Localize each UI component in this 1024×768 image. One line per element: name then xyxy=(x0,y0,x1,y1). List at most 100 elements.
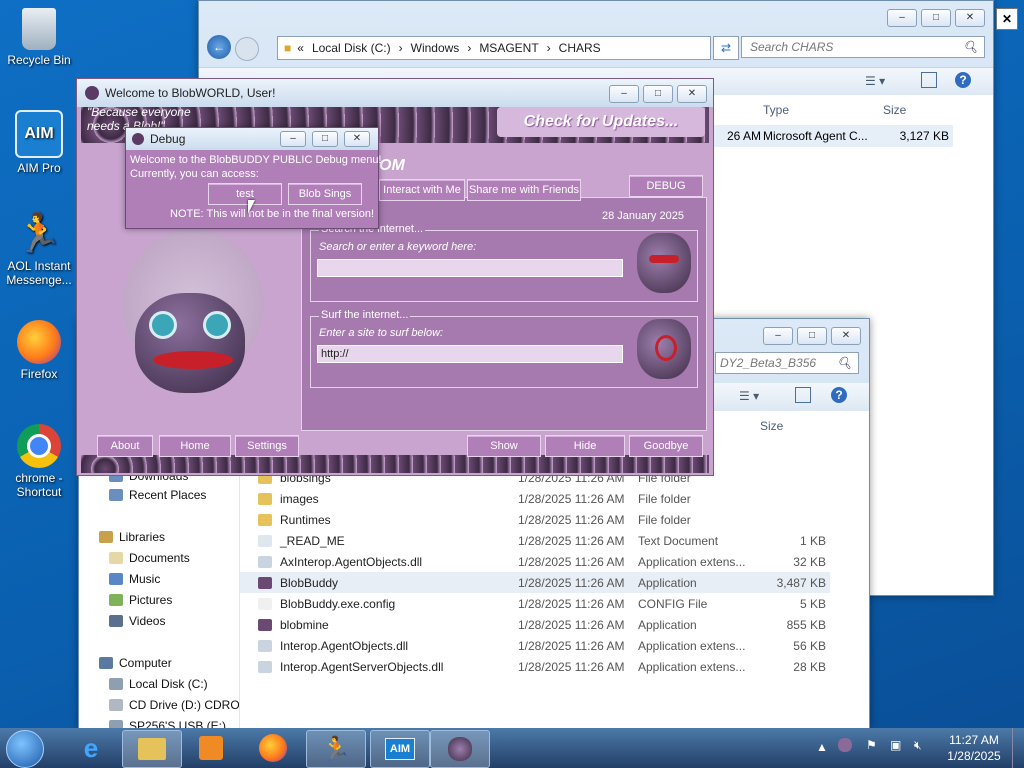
show-button[interactable]: Show xyxy=(467,435,541,457)
close-button[interactable]: ✕ xyxy=(955,9,985,27)
blob-app-icon xyxy=(132,133,144,145)
nav-music[interactable]: Music xyxy=(109,572,160,586)
preview-pane-icon[interactable] xyxy=(795,387,811,403)
forward-button[interactable] xyxy=(235,37,259,61)
view-options-icon[interactable]: ☰ ▾ xyxy=(739,389,759,403)
nav-local-disk[interactable]: Local Disk (C:) xyxy=(109,677,208,691)
taskbar-firefox[interactable] xyxy=(244,730,302,766)
table-row[interactable]: Runtimes 1/28/2025 11:26 AM File folder xyxy=(240,509,869,530)
close-icon[interactable]: ✕ xyxy=(996,8,1018,30)
minimize-button[interactable]: – xyxy=(280,131,306,147)
chrome-icon xyxy=(17,424,61,468)
tab-share[interactable]: Share me with Friends xyxy=(467,179,581,201)
goodbye-button[interactable]: Goodbye xyxy=(629,435,703,457)
address-bar[interactable]: ■ « Local Disk (C:) › Windows › MSAGENT … xyxy=(277,36,711,60)
table-row[interactable]: BlobBuddy 1/28/2025 11:26 AM Application 3,… xyxy=(240,572,830,593)
show-hidden-icons[interactable]: ▲ xyxy=(816,740,828,754)
preview-pane-icon[interactable] xyxy=(921,72,937,88)
close-button[interactable]: ✕ xyxy=(831,327,861,345)
search-keyword-input[interactable] xyxy=(317,259,623,277)
column-type[interactable]: Type xyxy=(763,103,789,117)
maximize-button[interactable]: □ xyxy=(312,131,338,147)
search-placeholder: Search CHARS xyxy=(750,40,834,54)
column-size[interactable]: Size xyxy=(883,103,906,117)
column-size[interactable]: Size xyxy=(760,419,783,433)
table-row[interactable]: _READ_ME 1/28/2025 11:26 AM Text Document 1… xyxy=(240,530,869,551)
flag-icon[interactable]: ⚑ xyxy=(866,738,877,752)
chrome-shortcut[interactable]: chrome - Shortcut xyxy=(3,424,75,499)
nav-recent-places[interactable]: Recent Places xyxy=(109,488,206,502)
nav-pictures[interactable]: Pictures xyxy=(109,593,172,607)
table-row[interactable]: BlobBuddy.exe.config 1/28/2025 11:26 AM CO… xyxy=(240,593,869,614)
volume-icon[interactable]: 🔇︎ xyxy=(914,738,922,753)
tab-debug[interactable]: DEBUG xyxy=(629,175,703,197)
table-row[interactable]: blobmine 1/28/2025 11:26 AM Application 855… xyxy=(240,614,869,635)
table-row[interactable]: Interop.AgentServerObjects.dll 1/28/2025 … xyxy=(240,656,869,677)
address-msagent[interactable]: MSAGENT xyxy=(479,41,538,55)
minimize-button[interactable]: – xyxy=(763,327,793,345)
aol-label: AOL Instant Messenge... xyxy=(6,259,72,287)
about-button[interactable]: About xyxy=(97,435,153,457)
view-options-icon[interactable]: ☰ ▾ xyxy=(865,74,885,88)
refresh-button[interactable]: ⇄ xyxy=(713,36,739,60)
address-windows[interactable]: Windows xyxy=(411,41,460,55)
blob-tray-icon[interactable] xyxy=(838,738,852,752)
cell-size: 5 KB xyxy=(799,596,826,611)
aol-shortcut[interactable]: 🏃 AOL Instant Messenge... xyxy=(3,212,75,287)
firefox-shortcut[interactable]: Firefox xyxy=(3,320,75,381)
maximize-button[interactable]: □ xyxy=(921,9,951,27)
nav-cd-drive[interactable]: CD Drive (D:) CDROM xyxy=(109,698,239,712)
recycle-bin-label: Recycle Bin xyxy=(7,53,71,67)
nav-label: Documents xyxy=(129,551,190,565)
test-button[interactable]: test xyxy=(208,183,282,205)
settings-button[interactable]: Settings xyxy=(235,435,299,457)
search-input[interactable]: DY2_Beta3_B356 🔍︎ xyxy=(715,352,859,374)
network-icon[interactable]: ▣ xyxy=(890,738,901,752)
taskbar-blobbuddy[interactable] xyxy=(430,730,490,768)
nav-documents[interactable]: Documents xyxy=(109,551,190,565)
show-desktop-button[interactable] xyxy=(1012,728,1024,768)
address-overflow[interactable]: « xyxy=(297,41,304,55)
debug-note: NOTE: This will not be in the final vers… xyxy=(170,208,374,220)
taskbar-ie[interactable]: e xyxy=(62,730,120,766)
check-updates-button[interactable]: Check for Updates... xyxy=(497,107,705,137)
minimize-button[interactable]: – xyxy=(609,85,639,103)
clock[interactable]: 11:27 AM 1/28/2025 xyxy=(944,732,1004,764)
blob-bag-icon[interactable] xyxy=(637,233,691,293)
close-button[interactable]: ✕ xyxy=(677,85,707,103)
start-button[interactable] xyxy=(6,730,44,768)
address-chars[interactable]: CHARS xyxy=(559,41,601,55)
table-row[interactable]: AxInterop.AgentObjects.dll 1/28/2025 11:2… xyxy=(240,551,869,572)
help-icon[interactable]: ? xyxy=(955,72,971,88)
file-row[interactable]: 26 AM Microsoft Agent C... 3,127 KB xyxy=(699,125,953,147)
help-icon[interactable]: ? xyxy=(831,387,847,403)
close-button[interactable]: ✕ xyxy=(344,131,370,147)
aim-pro-shortcut[interactable]: AIM AIM Pro xyxy=(3,110,75,175)
maximize-button[interactable]: □ xyxy=(643,85,673,103)
file-modified: 26 AM xyxy=(727,129,762,143)
taskbar-aim[interactable]: AIM xyxy=(370,730,430,768)
search-hint: Search or enter a keyword here: xyxy=(319,241,477,253)
nav-videos[interactable]: Videos xyxy=(109,614,165,628)
taskbar-explorer[interactable] xyxy=(122,730,182,768)
documents-icon xyxy=(109,552,123,564)
surf-url-input[interactable]: http:// xyxy=(317,345,623,363)
back-button[interactable]: ← xyxy=(207,35,231,59)
table-row[interactable]: Interop.AgentObjects.dll 1/28/2025 11:26 … xyxy=(240,635,869,656)
maximize-button[interactable]: □ xyxy=(797,327,827,345)
tab-interact[interactable]: Interact with Me xyxy=(379,179,465,201)
blob-bag-icon[interactable] xyxy=(637,319,691,379)
search-input[interactable]: Search CHARS 🔍︎ xyxy=(741,36,985,58)
hide-button[interactable]: Hide xyxy=(545,435,625,457)
taskbar-aol[interactable]: 🏃 xyxy=(306,730,366,768)
nav-libraries[interactable]: Libraries xyxy=(99,530,165,544)
taskbar-media[interactable] xyxy=(182,730,240,766)
nav-computer[interactable]: Computer xyxy=(99,656,172,670)
table-row[interactable]: images 1/28/2025 11:26 AM File folder xyxy=(240,488,869,509)
minimize-button[interactable]: – xyxy=(887,9,917,27)
cell-name: BlobBuddy.exe.config xyxy=(280,596,396,611)
recycle-bin[interactable]: Recycle Bin xyxy=(3,8,75,67)
home-button[interactable]: Home xyxy=(159,435,231,457)
address-local-disk[interactable]: Local Disk (C:) xyxy=(312,41,391,55)
blob-sings-button[interactable]: Blob Sings xyxy=(288,183,362,205)
